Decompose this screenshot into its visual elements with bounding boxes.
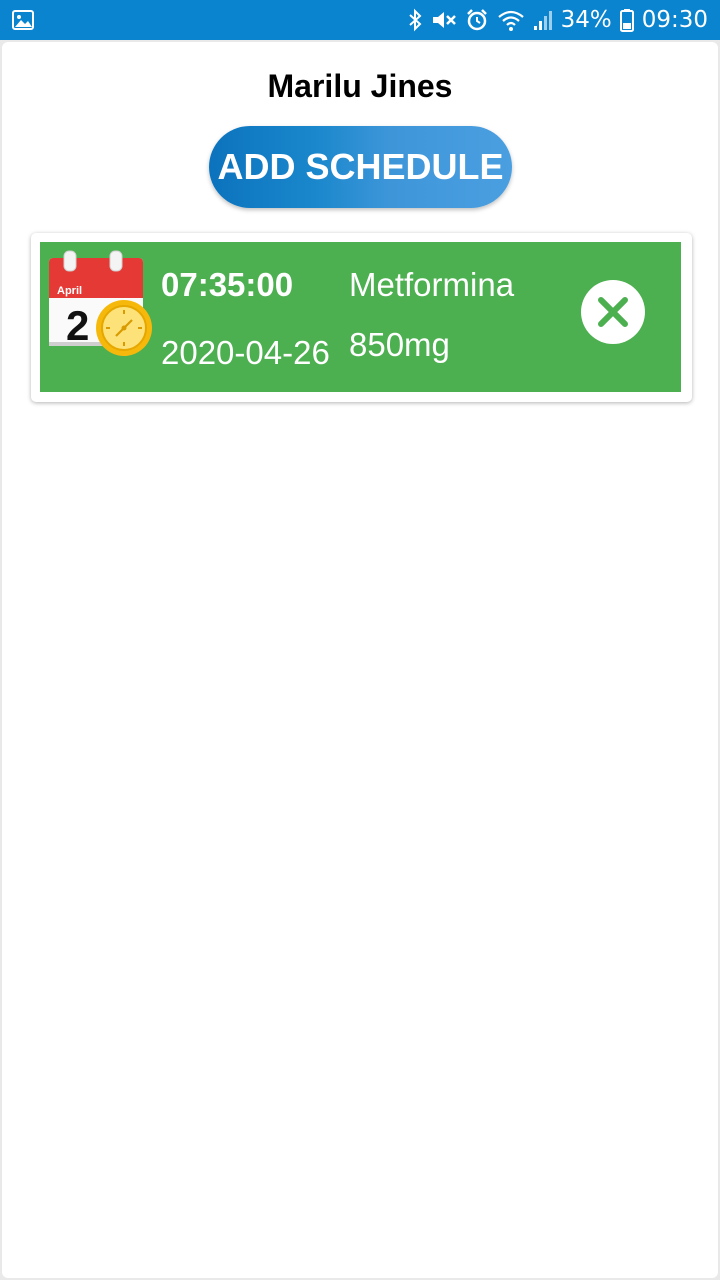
medication-dose: 850mg	[349, 326, 450, 363]
clock: 09:30	[641, 7, 708, 33]
schedule-date: 2020-04-26	[161, 334, 330, 371]
image-icon	[12, 10, 34, 30]
add-schedule-button[interactable]: ADD SCHEDULE	[209, 126, 512, 208]
status-right: 34% 09:30	[407, 7, 708, 33]
calendar-clock-icon: April 2	[49, 250, 152, 356]
status-left	[12, 10, 34, 30]
battery-icon	[619, 9, 634, 32]
calendar-day: 2	[66, 302, 89, 349]
close-icon	[598, 297, 628, 327]
bluetooth-icon	[408, 8, 422, 32]
wifi-icon	[497, 10, 524, 31]
schedule-card[interactable]: April 2 07:35:00 2020-04-26 Metformina 8…	[31, 233, 692, 402]
alarm-icon	[466, 9, 487, 31]
delete-schedule-button[interactable]	[581, 280, 645, 344]
battery-percent: 34%	[560, 7, 612, 33]
mute-icon	[432, 12, 456, 28]
schedule-time: 07:35:00	[161, 266, 294, 303]
calendar-month: April	[57, 285, 82, 297]
main-panel: Marilu Jines ADD SCHEDULE April 2 07:35:…	[2, 42, 718, 1278]
user-name: Marilu Jines	[267, 68, 453, 104]
status-bar: 34% 09:30	[0, 0, 720, 40]
schedule-card-body: April 2 07:35:00 2020-04-26 Metformina 8…	[40, 242, 681, 392]
signal-icon	[533, 11, 552, 30]
medication-name: Metformina	[349, 266, 515, 303]
